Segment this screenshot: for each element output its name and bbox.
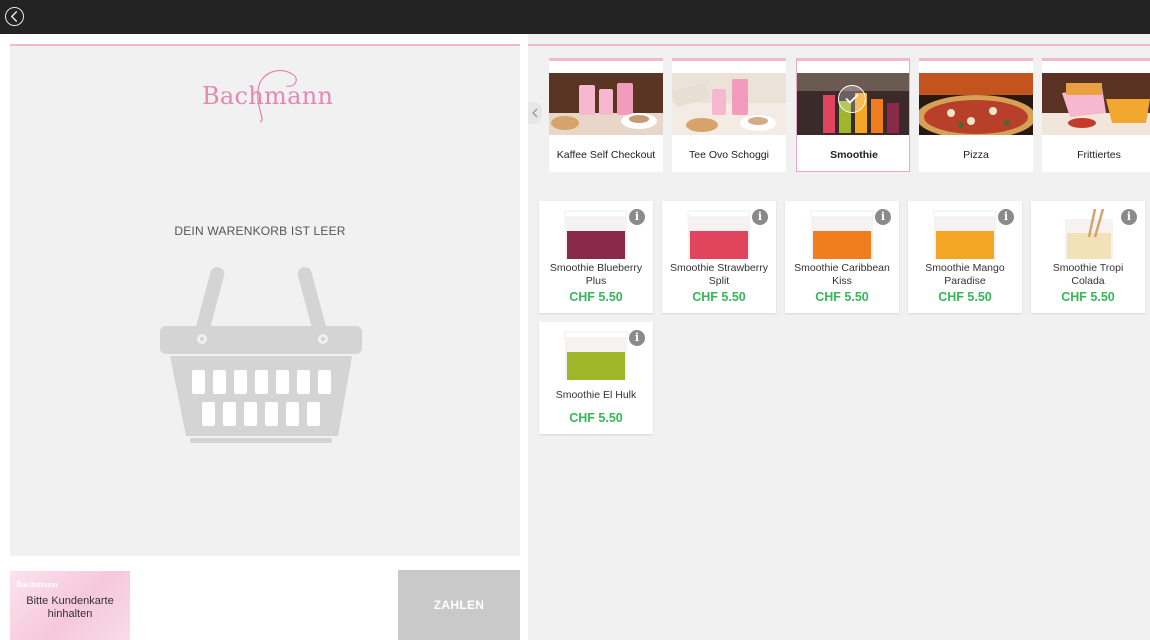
info-icon[interactable]: i — [629, 330, 645, 346]
product-card[interactable]: i Smoothie Blueberry Plus CHF 5.50 — [539, 201, 653, 313]
customer-card-brand: Bachmann — [16, 580, 58, 589]
chevron-left-icon — [11, 11, 18, 22]
product-name: Smoothie Tropi Colada — [1052, 262, 1124, 287]
brand-logo-text: Bachmann — [202, 82, 334, 110]
info-icon[interactable]: i — [752, 209, 768, 225]
product-image — [564, 331, 628, 380]
product-card[interactable]: i Smoothie El Hulk CHF 5.50 — [539, 322, 653, 434]
customer-card-text: Bitte Kundenkarte hinhalten — [26, 595, 114, 620]
cart-empty-message: DEIN WARENKORB IST LEER — [174, 224, 346, 238]
pay-button[interactable]: ZAHLEN — [398, 570, 520, 640]
selected-check-icon — [838, 85, 866, 113]
info-icon[interactable]: i — [629, 209, 645, 225]
product-price: CHF 5.50 — [692, 290, 746, 304]
category-scroll-left[interactable] — [528, 102, 542, 124]
product-card[interactable]: i Smoothie Tropi Colada CHF 5.50 — [1031, 201, 1145, 313]
category-label: Tee Ovo Schoggi — [689, 149, 769, 161]
category-label: Frittiertes — [1077, 149, 1121, 161]
product-name: Smoothie Blueberry Plus — [549, 262, 643, 287]
product-price: CHF 5.50 — [1061, 290, 1115, 304]
back-button[interactable] — [5, 7, 24, 26]
product-image — [1065, 209, 1113, 259]
product-card[interactable]: i Smoothie Strawberry Split CHF 5.50 — [662, 201, 776, 313]
product-image — [933, 210, 997, 259]
shopping-basket-icon — [160, 267, 362, 443]
cart-panel: Bachmann DEIN WARENKORB IST LEER — [10, 44, 520, 556]
product-price: CHF 5.50 — [815, 290, 869, 304]
category-label: Pizza — [963, 149, 989, 161]
category-tee[interactable]: Tee Ovo Schoggi — [672, 58, 786, 172]
category-image — [919, 73, 1033, 135]
category-pizza[interactable]: Pizza — [919, 58, 1033, 172]
product-image — [564, 210, 628, 259]
category-label: Kaffee Self Checkout — [556, 149, 656, 161]
info-icon[interactable]: i — [1121, 209, 1137, 225]
customer-card-prompt[interactable]: Bachmann Bitte Kundenkarte hinhalten — [10, 571, 130, 640]
top-bar — [0, 0, 1150, 34]
info-icon[interactable]: i — [875, 209, 891, 225]
category-kaffee[interactable]: Kaffee Self Checkout — [549, 58, 663, 172]
product-card[interactable]: i Smoothie Caribbean Kiss CHF 5.50 — [785, 201, 899, 313]
brand-logo: Bachmann — [200, 64, 334, 124]
chevron-left-icon — [532, 108, 538, 118]
product-price: CHF 5.50 — [569, 290, 623, 304]
info-icon[interactable]: i — [998, 209, 1014, 225]
category-image — [549, 73, 663, 135]
category-frittiertes[interactable]: Frittiertes — [1042, 58, 1150, 172]
product-image — [810, 210, 874, 259]
category-smoothie[interactable]: Smoothie — [796, 58, 910, 172]
product-price: CHF 5.50 — [938, 290, 992, 304]
product-name: Smoothie Strawberry Split — [669, 262, 769, 287]
product-name: Smoothie Mango Paradise — [925, 262, 1005, 287]
category-image — [1042, 73, 1150, 135]
product-image — [687, 210, 751, 259]
product-card[interactable]: i Smoothie Mango Paradise CHF 5.50 — [908, 201, 1022, 313]
product-name: Smoothie El Hulk — [555, 389, 637, 401]
product-price: CHF 5.50 — [569, 411, 623, 425]
category-label: Smoothie — [830, 149, 878, 161]
category-image — [672, 73, 786, 135]
product-name: Smoothie Caribbean Kiss — [794, 262, 890, 287]
